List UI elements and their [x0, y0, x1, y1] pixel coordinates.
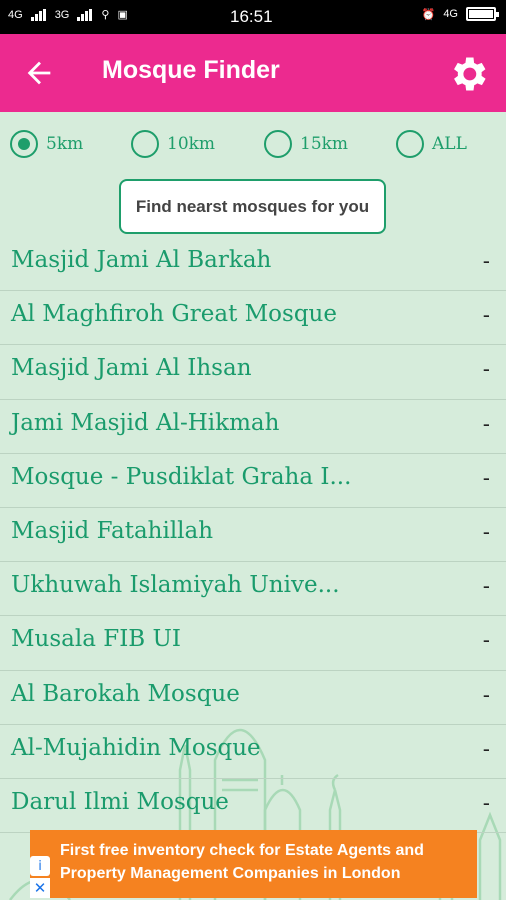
network-label-right: 4G [443, 8, 458, 20]
radio-label: ALL [432, 134, 467, 154]
network-label-1: 4G [8, 8, 23, 21]
usb-icon: ⚲ [101, 9, 110, 21]
radio-unchecked-icon[interactable] [264, 130, 292, 158]
mosque-name: Masjid Jami Al Ihsan [11, 355, 252, 382]
notification-icon: ▣ [117, 9, 128, 21]
ad-close-icon[interactable]: ✕ [30, 878, 50, 898]
ad-text-line-1: First free inventory check for Estate Ag… [60, 842, 424, 859]
mosque-name: Mosque - Pusdiklat Graha I... [11, 463, 352, 490]
ad-info-icon[interactable]: i [30, 856, 50, 876]
mosque-name: Al-Mujahidin Mosque [11, 734, 261, 761]
mosque-name: Al Maghfiroh Great Mosque [11, 301, 337, 328]
list-item[interactable]: Ukhuwah Islamiyah Unive... - [0, 562, 506, 617]
list-item[interactable]: Al-Mujahidin Mosque - [0, 725, 506, 779]
list-item[interactable]: Masjid Fatahillah - [0, 508, 506, 563]
page-title: Mosque Finder [102, 56, 280, 84]
status-bar: 4G 3G ⚲ ▣ 16:51 ⏰ 4G [0, 0, 506, 34]
mosque-distance: - [482, 682, 490, 707]
radio-unchecked-icon[interactable] [396, 130, 424, 158]
radio-label: 5km [46, 134, 84, 154]
network-label-2: 3G [54, 8, 70, 21]
radio-label: 15km [300, 134, 349, 154]
mosque-distance: - [482, 790, 490, 815]
mosque-distance: - [482, 303, 490, 328]
mosque-distance: - [482, 411, 490, 436]
radio-15km[interactable]: 15km [264, 130, 348, 158]
mosque-name: Ukhuwah Islamiyah Unive... [11, 572, 340, 599]
list-item[interactable]: Mosque - Pusdiklat Graha I... - [0, 454, 506, 508]
mosque-distance: - [482, 519, 490, 544]
radio-label: 10km [167, 134, 216, 154]
find-nearest-button[interactable]: Find nearst mosques for you [119, 179, 386, 234]
app-bar: Mosque Finder [0, 34, 506, 112]
mosque-distance: - [482, 736, 490, 761]
mosque-name: Al Barokah Mosque [11, 680, 240, 707]
list-item[interactable]: Jami Masjid Al-Hikmah - [0, 400, 506, 454]
battery-icon [466, 7, 499, 21]
list-item[interactable]: Masjid Jami Al Barkah - [0, 237, 506, 292]
settings-gear-icon[interactable] [446, 52, 490, 96]
ad-banner[interactable]: First free inventory check for Estate Ag… [30, 830, 477, 898]
list-item[interactable]: Darul Ilmi Mosque - [0, 779, 506, 834]
list-item[interactable]: Masjid Jami Al Ihsan - [0, 345, 506, 400]
mosque-name: Jami Masjid Al-Hikmah [11, 409, 280, 436]
mosque-name: Darul Ilmi Mosque [11, 788, 229, 815]
signal-icon [77, 8, 93, 21]
mosque-distance: - [482, 465, 490, 490]
mosque-name: Musala FIB UI [11, 626, 181, 653]
radio-5km[interactable]: 5km [10, 130, 83, 158]
alarm-icon: ⏰ [421, 8, 436, 21]
mosque-distance: - [482, 574, 490, 599]
radio-10km[interactable]: 10km [131, 130, 215, 158]
mosque-distance: - [482, 628, 490, 653]
mosque-distance: - [482, 357, 490, 382]
mosque-name: Masjid Jami Al Barkah [11, 247, 272, 273]
ad-text-line-2: Property Management Companies in London [60, 865, 401, 882]
clock: 16:51 [230, 7, 273, 26]
radio-unchecked-icon[interactable] [131, 130, 159, 158]
back-arrow-icon[interactable] [22, 56, 56, 90]
mosque-name: Masjid Fatahillah [11, 517, 214, 544]
radio-all[interactable]: ALL [396, 130, 467, 158]
mosque-distance: - [482, 249, 490, 273]
signal-icon [30, 8, 47, 21]
radio-checked-icon[interactable] [10, 130, 38, 158]
list-item[interactable]: Al Maghfiroh Great Mosque - [0, 291, 506, 346]
radius-selector: 5km 10km 15km ALL [0, 124, 506, 164]
list-item[interactable]: Al Barokah Mosque - [0, 671, 506, 725]
mosque-list: Masjid Jami Al Barkah - Al Maghfiroh Gre… [0, 237, 506, 834]
list-item[interactable]: Musala FIB UI - [0, 616, 506, 671]
